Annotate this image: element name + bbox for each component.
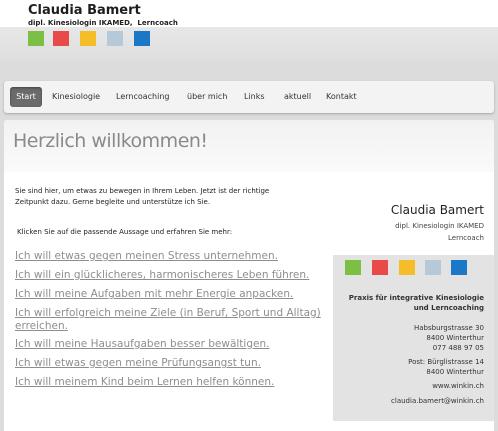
nav-aktuell[interactable]: aktuell: [284, 87, 311, 107]
statement-links: Ich will etwas gegen meinen Stress unter…: [15, 250, 333, 395]
intro-text: Sie sind hier, um etwas zu bewegen in Ih…: [15, 187, 270, 206]
card-slogan: Praxis für integrative Kinesiologie und …: [348, 294, 484, 312]
card-email[interactable]: claudia.bamert@winkin.ch: [391, 397, 484, 405]
brand-name: Claudia Bamert: [28, 3, 141, 18]
card-swatch-green: [345, 260, 361, 275]
nav-links[interactable]: Links: [244, 87, 265, 107]
main-nav: Start Kinesiologie Lerncoaching über mic…: [4, 81, 494, 113]
page-title: Herzlich willkommen!: [13, 130, 208, 152]
card-swatch-blue: [451, 260, 467, 275]
link-child-learning[interactable]: Ich will meinem Kind beim Lernen helfen …: [15, 376, 333, 389]
business-card: Claudia Bamert dipl. Kinesiologin IKAMED…: [333, 187, 494, 421]
card-header: Claudia Bamert dipl. Kinesiologin IKAMED…: [333, 187, 494, 255]
nav-ueber-mich[interactable]: über mich: [187, 87, 227, 107]
nav-kinesiologie[interactable]: Kinesiologie: [52, 87, 100, 107]
brand: Claudia Bamert dipl. Kinesiologin IKAMED…: [28, 3, 178, 28]
card-website[interactable]: www.winkin.ch: [432, 382, 484, 390]
prompt-text: Klicken Sie auf die passende Aussage und…: [17, 228, 233, 236]
card-post-address: Post: Bürglistrasse 14: [408, 358, 484, 366]
swatch-green: [28, 31, 44, 46]
card-phone: 077 488 97 05: [432, 344, 484, 352]
main-content: Herzlich willkommen! Sie sind hier, um e…: [4, 120, 494, 431]
swatch-blue: [134, 31, 150, 46]
link-stress[interactable]: Ich will etwas gegen meinen Stress unter…: [15, 250, 333, 263]
card-swatch-lightblue: [425, 260, 441, 275]
nav-kontakt[interactable]: Kontakt: [326, 87, 357, 107]
card-swatch-red: [372, 260, 388, 275]
card-city: 8400 Winterthur: [426, 334, 484, 342]
card-name: Claudia Bamert: [390, 203, 484, 217]
link-exam-anxiety[interactable]: Ich will etwas gegen meine Prüfungsangst…: [15, 357, 333, 370]
swatch-yellow: [80, 31, 96, 46]
nav-lerncoaching[interactable]: Lerncoaching: [116, 87, 170, 107]
brand-subtitle: dipl. Kinesiologin IKAMED, Lerncoach: [28, 19, 178, 27]
nav-start[interactable]: Start: [10, 87, 42, 107]
card-post-city: 8400 Winterthur: [426, 368, 484, 376]
welcome-band: Herzlich willkommen!: [4, 120, 494, 172]
swatch-lightblue: [107, 31, 123, 46]
link-homework[interactable]: Ich will meine Hausaufgaben besser bewäl…: [15, 338, 333, 351]
card-swatch-yellow: [399, 260, 415, 275]
link-goals[interactable]: Ich will erfolgreich meine Ziele (in Ber…: [15, 307, 333, 333]
swatch-red: [53, 31, 69, 46]
link-harmony[interactable]: Ich will ein glücklicheres, harmonischer…: [15, 269, 333, 282]
card-title: dipl. Kinesiologin IKAMED: [395, 222, 484, 230]
card-role: Lerncoach: [448, 234, 484, 242]
site-header: Claudia Bamert dipl. Kinesiologin IKAMED…: [0, 0, 498, 62]
card-address: Habsburgstrasse 30: [413, 324, 484, 332]
link-energy[interactable]: Ich will meine Aufgaben mit mehr Energie…: [15, 288, 333, 301]
